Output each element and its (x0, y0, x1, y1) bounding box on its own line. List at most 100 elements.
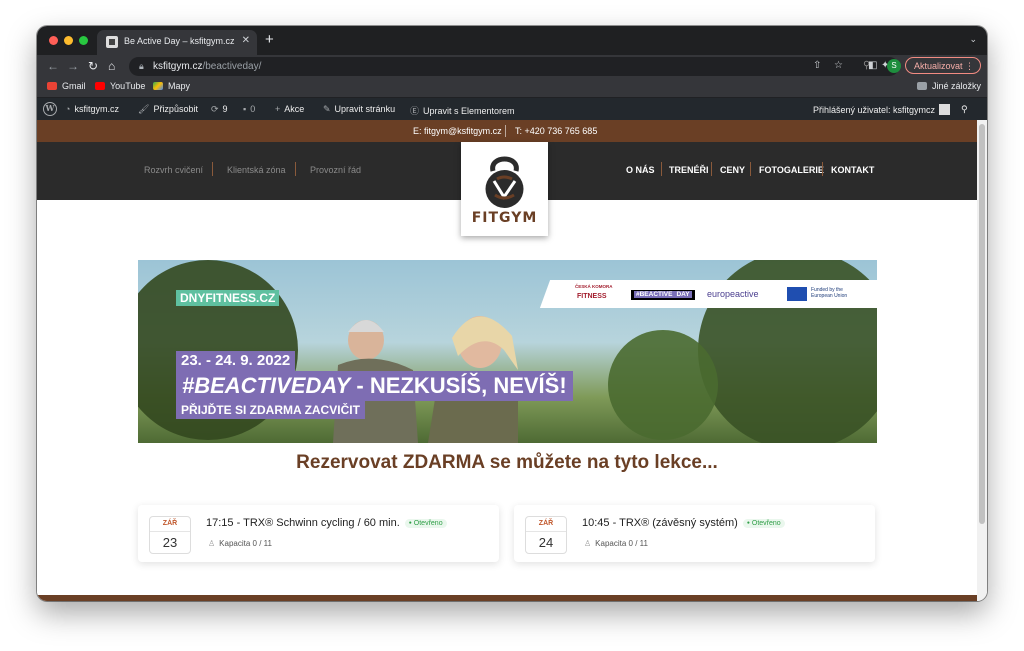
url-text: ksfitgym.cz/beactiveday/ (153, 61, 262, 72)
partner-beactive: #BEACTIVE DAY (631, 290, 695, 300)
nav-divider (750, 162, 751, 176)
nav-o-nas[interactable]: O NÁS (626, 165, 655, 175)
banner-site-tag: DNYFITNESS.CZ (176, 290, 280, 306)
page-viewport: E: fitgym@ksfitgym.cz T: +420 736 765 68… (37, 120, 977, 601)
bookmark-star-icon[interactable]: ☆ (834, 60, 843, 71)
nav-divider (711, 162, 712, 176)
pencil-icon: ✎ (323, 104, 331, 114)
nav-divider (212, 162, 213, 176)
partner-logos-strip: ČESKÁ KOMORA FITNESS #BEACTIVE DAY europe… (555, 280, 877, 308)
contact-phone[interactable]: T: +420 736 765 685 (515, 126, 597, 136)
chevron-down-icon[interactable]: ⌄ (969, 34, 977, 45)
kebab-menu-icon[interactable]: ⋮ (965, 58, 974, 75)
nav-rozvrh[interactable]: Rozvrh cvičení (144, 165, 203, 175)
banner-dates: 23. - 24. 9. 2022 (176, 351, 296, 371)
maximize-window-button[interactable] (79, 36, 88, 45)
partner-komora-top: ČESKÁ KOMORA (575, 284, 613, 289)
admin-customize-link[interactable]: 🖌︎ Přizpůsobit (138, 104, 198, 115)
back-arrow-icon[interactable]: ← (47, 59, 59, 73)
bookmarks-bar: Gmail YouTube Mapy Jiné záložky (37, 78, 987, 98)
user-avatar (939, 104, 951, 115)
lesson-capacity: ♙ Kapacita 0 / 11 (208, 539, 272, 548)
contact-bar: E: fitgym@ksfitgym.cz T: +420 736 765 68… (37, 120, 977, 142)
other-bookmarks[interactable]: Jiné záložky (917, 81, 981, 91)
lesson-date: ZÁŘ 23 (149, 516, 191, 554)
minimize-window-button[interactable] (64, 36, 73, 45)
admin-updates-link[interactable]: ⟳ 9 (211, 104, 228, 115)
browser-window: Be Active Day – ksfitgym.cz ✕ + ⌄ ← → ↻ … (37, 26, 987, 601)
banner-headline: #BEACTIVEDAY - NEZKUSÍŠ, NEVÍŠ! (176, 371, 573, 401)
person-icon: ♙ (208, 539, 216, 548)
sidebar-icon[interactable]: ◧ (868, 60, 877, 71)
wordpress-icon[interactable]: W (43, 102, 57, 116)
folder-icon (917, 82, 927, 90)
admin-comments-link[interactable]: ▪ 0 (243, 104, 255, 114)
admin-elementor-link[interactable]: Ⓔ Upravit s Elementorem (410, 104, 515, 117)
close-tab-icon[interactable]: ✕ (242, 35, 250, 46)
reload-icon[interactable]: ↻ (88, 59, 98, 73)
lesson-capacity: ♙ Kapacita 0 / 11 (584, 539, 648, 548)
contact-email[interactable]: E: fitgym@ksfitgym.cz (413, 126, 502, 136)
nav-divider (661, 162, 662, 176)
nav-treneri[interactable]: TRENÉŘI (669, 165, 709, 175)
status-badge: Otevřeno (742, 519, 785, 528)
nav-provozni-rad[interactable]: Provozní řád (310, 165, 361, 175)
tab-strip: Be Active Day – ksfitgym.cz ✕ + ⌄ (37, 26, 987, 55)
lesson-card[interactable]: ZÁŘ 23 17:15 - TRX® Schwinn cycling / 60… (138, 505, 499, 562)
browser-toolbar: ← → ↻ ⌂ 🔒︎ ksfitgym.cz/beactiveday/ ⇧ ☆ … (37, 55, 987, 78)
new-tab-icon[interactable]: + (265, 31, 274, 48)
profile-avatar[interactable]: S (887, 59, 901, 73)
footer-strip (37, 595, 977, 601)
nav-fotogalerie[interactable]: FOTOGALERIE (759, 165, 824, 175)
elementor-icon: Ⓔ (410, 106, 420, 116)
beactiveday-banner: ČESKÁ KOMORA FITNESS #BEACTIVE DAY europe… (138, 260, 877, 443)
eu-flag-icon (787, 287, 807, 301)
scrollbar-thumb[interactable] (979, 124, 985, 524)
lock-icon: 🔒︎ (139, 61, 144, 71)
admin-edit-page-link[interactable]: ✎ Upravit stránku (323, 104, 395, 115)
search-icon[interactable]: ⚲ (961, 104, 968, 115)
banner-subline: PŘIJĎTE SI ZDARMA ZACVIČIT (176, 401, 365, 419)
partner-eu: Funded by the European Union (811, 287, 848, 299)
lesson-title[interactable]: 10:45 - TRX® (závěsný systém)Otevřeno (582, 517, 785, 529)
admin-user-link[interactable]: Přihlášený uživatel: ksfitgymcz (813, 104, 951, 115)
section-heading: Rezervovat ZDARMA se můžete na tyto lekc… (296, 452, 718, 473)
site-logo[interactable]: FITGYM (461, 142, 548, 236)
address-bar[interactable]: 🔒︎ ksfitgym.cz/beactiveday/ ⇧ ☆ ⚲ ✦ (129, 57, 899, 76)
nav-divider (295, 162, 296, 176)
update-button[interactable]: Aktualizovat ⋮ (905, 57, 981, 74)
home-icon[interactable]: ⌂ (108, 59, 115, 73)
admin-site-link[interactable]: ◔ ksfitgym.cz (65, 104, 119, 114)
page-scrollbar[interactable] (977, 120, 987, 601)
nav-klientska-zona[interactable]: Klientská zóna (227, 165, 286, 175)
logo-text: FITGYM (471, 210, 538, 226)
share-icon[interactable]: ⇧ (813, 60, 821, 71)
comment-icon: ▪ (243, 104, 247, 114)
contact-divider (505, 125, 506, 137)
dashboard-icon: ◔ (65, 104, 71, 114)
bookmark-mapy[interactable]: Mapy (153, 81, 190, 91)
forward-arrow-icon[interactable]: → (67, 59, 79, 73)
lesson-title[interactable]: 17:15 - TRX® Schwinn cycling / 60 min.Ot… (206, 517, 447, 529)
partner-komora: FITNESS (577, 293, 607, 300)
person-icon: ♙ (584, 539, 592, 548)
youtube-icon (95, 82, 105, 90)
nav-kontakt[interactable]: KONTAKT (831, 165, 874, 175)
tab-title: Be Active Day – ksfitgym.cz (124, 36, 235, 46)
lesson-date: ZÁŘ 24 (525, 516, 567, 554)
nav-ceny[interactable]: CENY (720, 165, 745, 175)
bookmark-youtube[interactable]: YouTube (95, 81, 145, 91)
plus-icon: + (275, 104, 281, 114)
tab-be-active-day[interactable]: Be Active Day – ksfitgym.cz ✕ (97, 30, 257, 55)
brush-icon: 🖌︎ (138, 104, 150, 114)
partner-europeactive: europeactive (707, 289, 759, 299)
close-window-button[interactable] (49, 36, 58, 45)
kettlebell-logo-icon (485, 156, 524, 208)
status-badge: Otevřeno (404, 519, 447, 528)
lesson-card[interactable]: ZÁŘ 24 10:45 - TRX® (závěsný systém)Otev… (514, 505, 875, 562)
maps-icon (153, 82, 163, 90)
tree-shape (608, 330, 718, 440)
wp-admin-bar: W ◔ ksfitgym.cz 🖌︎ Přizpůsobit ⟳ 9 ▪ 0 + Akce… (37, 98, 987, 120)
admin-new-link[interactable]: + Akce (275, 104, 304, 114)
bookmark-gmail[interactable]: Gmail (47, 81, 86, 91)
